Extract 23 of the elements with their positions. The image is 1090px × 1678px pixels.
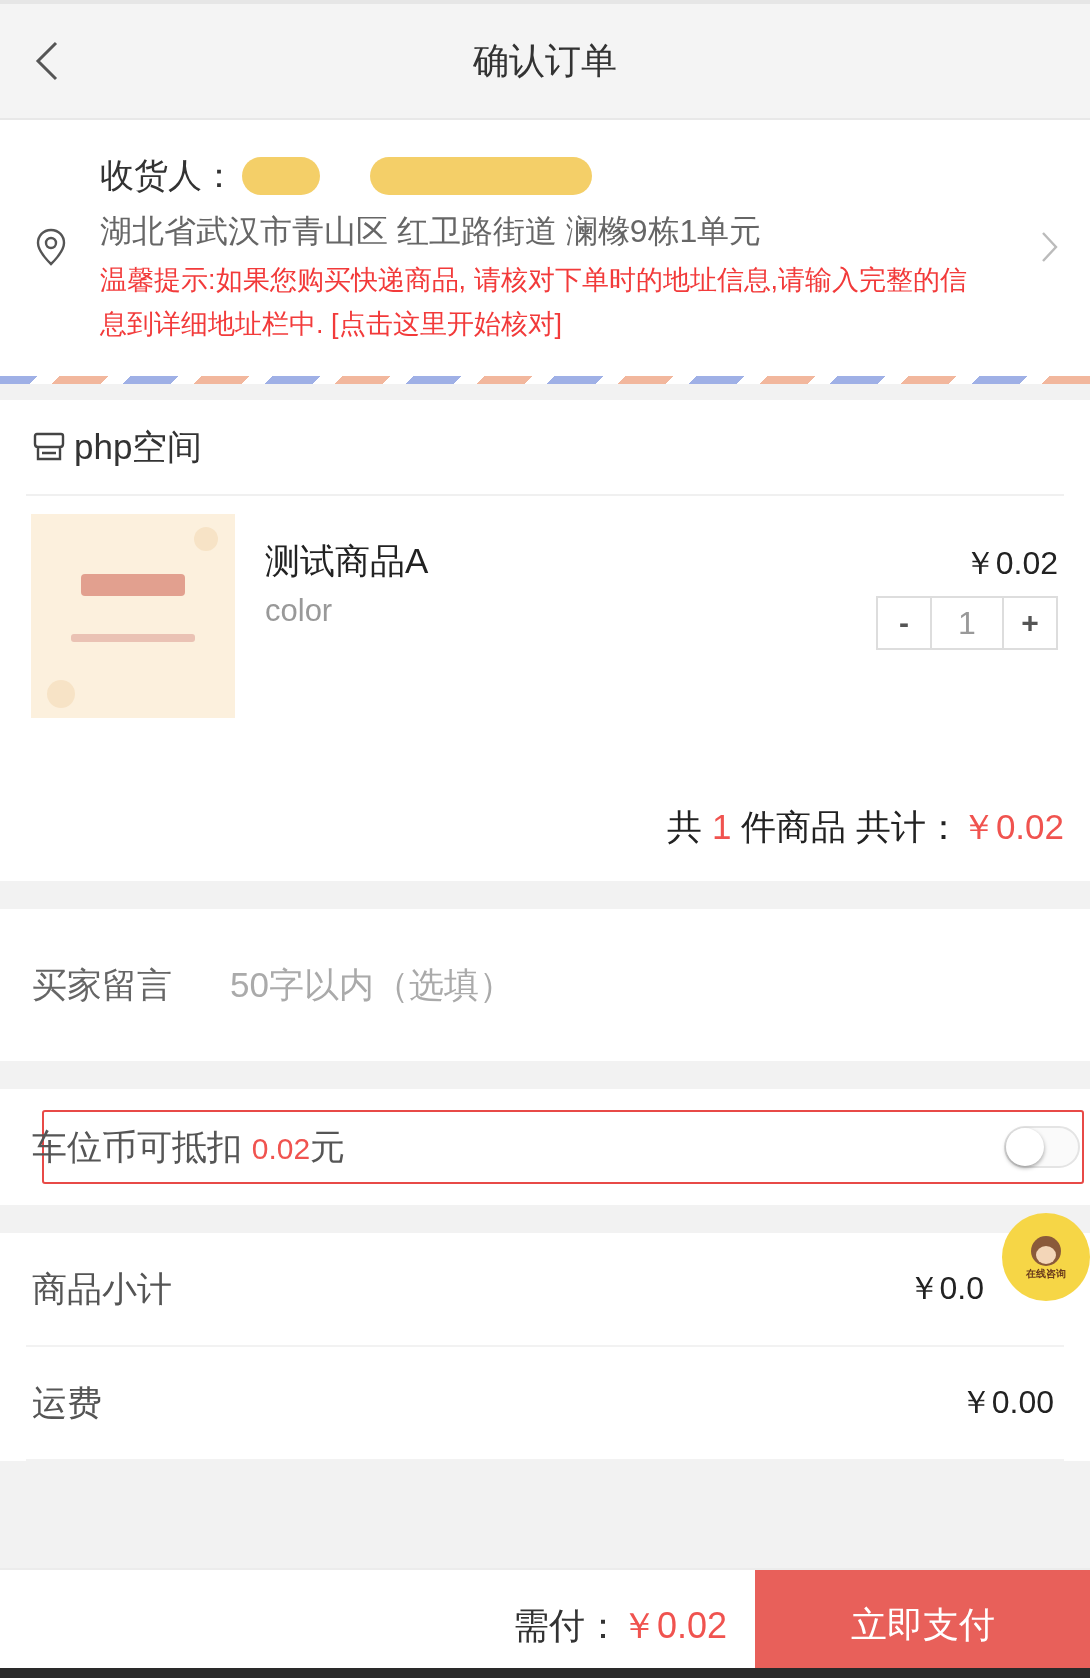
cost-label: 运费: [32, 1381, 102, 1424]
shop-name: php空间: [74, 425, 203, 468]
product-spec: color: [265, 593, 334, 629]
product-price: ￥0.02: [963, 544, 1058, 583]
amount-due: 需付：￥0.02: [511, 1603, 728, 1648]
message-label: 买家留言: [32, 963, 173, 1006]
verify-link[interactable]: [点击这里开始核对]: [331, 309, 563, 339]
location-pin-icon: [36, 228, 66, 266]
order-summary: 共 1 件商品 共计：￥0.02: [666, 806, 1064, 848]
receiver-label: 收货人：: [100, 155, 236, 196]
warning-text: 温馨提示:如果您购买快递商品, 请核对下单时的地址信息,请输入完整的信息到详细地址栏中. [点击这里开始核对]: [100, 264, 968, 341]
chat-label: 在线咨询: [1026, 1267, 1066, 1281]
product-name: 测试商品A: [265, 540, 430, 582]
chevron-right-icon: [1040, 230, 1060, 264]
toggle-switch[interactable]: [1004, 1126, 1080, 1168]
address-text: 湖北省武汉市青山区 红卫路街道 澜橼9栋1单元: [100, 212, 763, 251]
address-card[interactable]: 收货人： 湖北省武汉市青山区 红卫路街道 澜橼9栋1单元 温馨提示:如果您购买快递商品, 请核对下单时的地址信息,请输入完整的信息到详细地址栏中. [点击这里开始核对]: [0, 120, 1090, 376]
cost-label: 商品小计: [32, 1267, 172, 1310]
page-title: 确认订单: [472, 38, 618, 83]
store-icon: [32, 432, 66, 462]
chat-badge[interactable]: 在线咨询: [1002, 1213, 1090, 1301]
cost-value: ￥0.00: [959, 1383, 1054, 1422]
cost-value: ￥0.0: [907, 1269, 984, 1308]
